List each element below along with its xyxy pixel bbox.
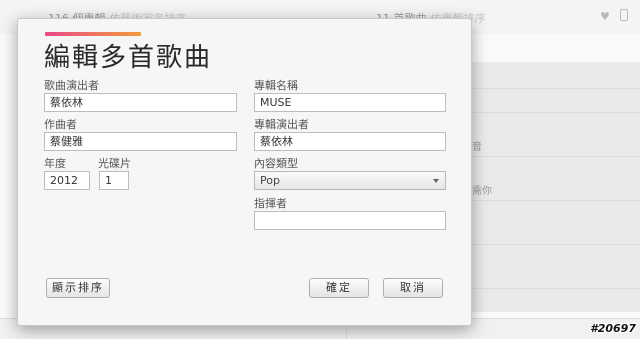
disc-label: 光碟片 [98, 157, 131, 170]
artist-label: 歌曲演出者 [44, 79, 99, 92]
list-divider [448, 288, 640, 289]
list-divider [448, 200, 640, 201]
composer-label: 作曲者 [44, 118, 77, 131]
year-label: 年度 [44, 157, 66, 170]
device-icon[interactable] [620, 9, 628, 21]
genre-select[interactable]: Pop [254, 171, 446, 190]
album-label: 專輯名稱 [254, 79, 298, 92]
album-artist-label: 專輯演出者 [254, 118, 309, 131]
list-divider [448, 156, 640, 157]
list-divider [448, 88, 640, 89]
artist-field[interactable]: 蔡依林 [44, 93, 237, 112]
list-divider [448, 244, 640, 245]
dialog-title: 編輯多首歌曲 [44, 43, 213, 73]
list-item: 需你 [472, 186, 492, 197]
chevron-down-icon [433, 179, 439, 183]
composer-field[interactable]: 蔡健雅 [44, 132, 237, 151]
disc-field[interactable]: 1 [99, 171, 129, 190]
accent-bar [45, 32, 141, 36]
watermark: #20697 [590, 322, 636, 335]
conductor-field[interactable] [254, 211, 446, 230]
genre-label: 內容類型 [254, 157, 298, 170]
show-sort-button[interactable]: 顯示排序 [46, 278, 110, 298]
cancel-button[interactable]: 取消 [383, 278, 443, 298]
ok-button[interactable]: 確定 [309, 278, 369, 298]
genre-value: Pop [260, 174, 280, 187]
album-field[interactable]: MUSE [254, 93, 446, 112]
conductor-label: 指揮者 [254, 197, 287, 210]
list-divider [448, 112, 640, 113]
heart-icon[interactable]: ♥ [600, 10, 610, 23]
album-artist-field[interactable]: 蔡依林 [254, 132, 446, 151]
list-item: 音 [472, 142, 482, 153]
year-field[interactable]: 2012 [44, 171, 90, 190]
edit-multiple-songs-dialog: 編輯多首歌曲 歌曲演出者 蔡依林 作曲者 蔡健雅 年度 2012 光碟片 1 專… [17, 18, 472, 326]
